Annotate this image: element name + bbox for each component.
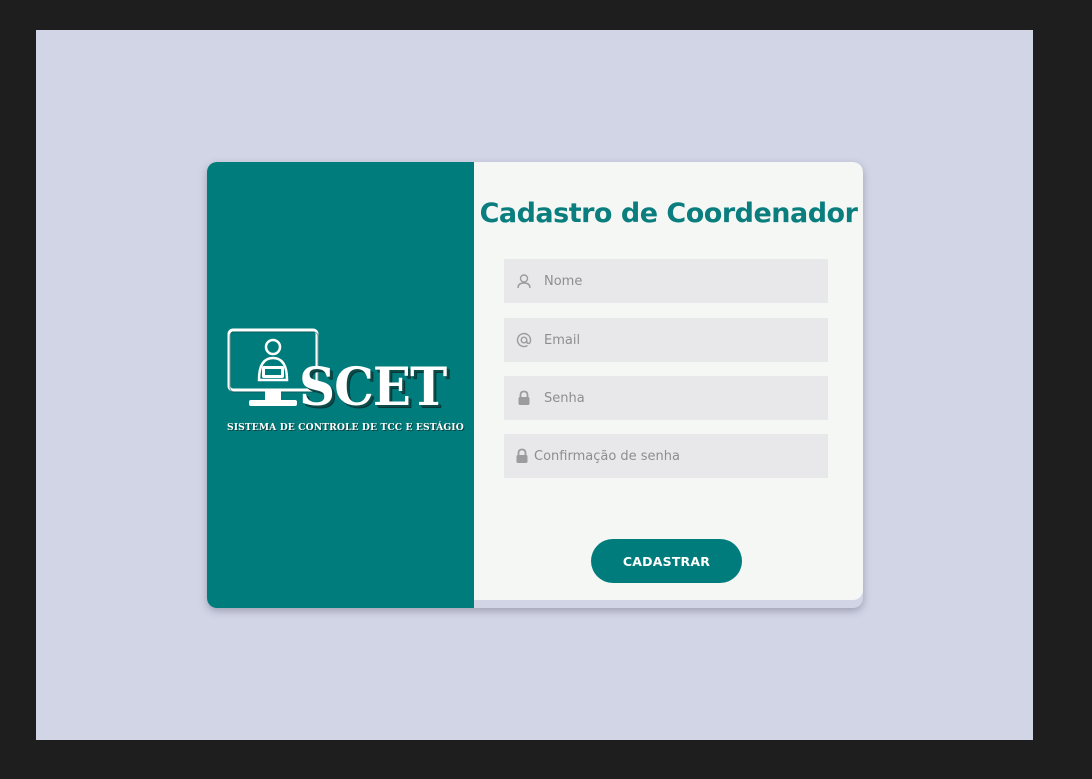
form-title: Cadastro de Coordenador [479,198,858,229]
email-input[interactable] [544,318,814,362]
senha-field [504,376,828,420]
logo-wordmark: SCET [299,355,447,418]
cadastrar-button[interactable]: CADASTRAR [591,539,742,583]
brand-panel: SCET SISTEMA DE CONTROLE DE TCC E ESTÁGI… [207,162,474,608]
confirmacao-input[interactable] [534,434,804,478]
form-panel: Cadastro de Coordenador Nome Email CADAS… [474,162,863,600]
registration-card: SCET SISTEMA DE CONTROLE DE TCC E ESTÁGI… [207,162,863,608]
at-icon [504,318,544,362]
scet-logo: SCET SISTEMA DE CONTROLE DE TCC E ESTÁGI… [227,328,464,438]
nome-field [504,259,828,303]
user-icon [504,259,544,303]
senha-input[interactable] [544,376,814,420]
logo-subtitle: SISTEMA DE CONTROLE DE TCC E ESTÁGIO [227,422,464,433]
page-viewport: SCET SISTEMA DE CONTROLE DE TCC E ESTÁGI… [36,30,1033,740]
nome-input[interactable] [544,259,814,303]
lock-icon [504,376,544,420]
confirmacao-field [504,434,828,478]
lock-icon [504,434,534,478]
email-field [504,318,828,362]
